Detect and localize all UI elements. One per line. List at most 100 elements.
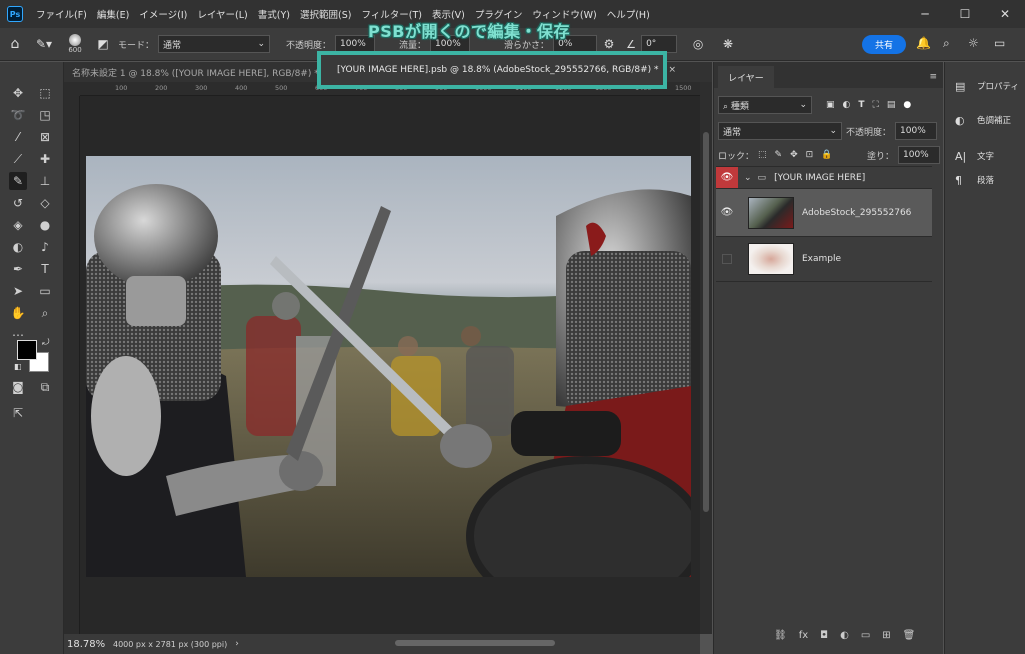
history-brush-tool-icon[interactable]: ↺ <box>9 194 27 212</box>
horizontal-scrollbar[interactable] <box>290 634 700 654</box>
pressure-icon[interactable]: ◎ <box>683 37 713 51</box>
close-icon[interactable]: ✕ <box>985 0 1025 28</box>
menu-help[interactable]: ヘルプ(H) <box>602 7 655 21</box>
quick-mask-icon[interactable]: ◙ <box>9 378 27 396</box>
workspace-icon[interactable]: ▭ <box>994 36 1005 50</box>
new-group-icon[interactable]: ▭ <box>861 630 870 641</box>
pen-tool-icon[interactable]: ✒ <box>9 260 27 278</box>
layer-row-adobestock[interactable]: 👁 AdobeStock_295552766 <box>716 188 932 236</box>
visibility-toggle-empty[interactable] <box>716 237 738 281</box>
screen-mode-icon[interactable]: ⧉ <box>36 378 54 396</box>
menu-image[interactable]: イメージ(I) <box>134 7 192 21</box>
filter-type-icon[interactable]: T <box>858 100 864 110</box>
brush-preset-picker[interactable]: 600 <box>58 34 92 54</box>
object-select-tool-icon[interactable]: ◳ <box>36 106 54 124</box>
vertical-ruler[interactable] <box>64 96 80 634</box>
paint-bucket-tool-icon[interactable]: ◈ <box>9 216 27 234</box>
link-layers-icon[interactable]: ⛓ <box>774 630 787 641</box>
trash-icon[interactable]: 🗑 <box>903 630 916 641</box>
move-tool-icon[interactable]: ✥ <box>9 84 27 102</box>
brush-tool-icon[interactable]: ✎▾ <box>30 37 58 51</box>
fx-icon[interactable]: fx <box>799 630 808 641</box>
swap-colors-icon[interactable]: ⤾ <box>42 338 50 348</box>
tab-layers[interactable]: レイヤー <box>718 66 774 88</box>
dock-adjustments[interactable]: ◐ 色調補正 <box>945 108 1025 132</box>
filter-shape-icon[interactable]: ⛶ <box>873 100 879 110</box>
eraser-tool-icon[interactable]: ◇ <box>36 194 54 212</box>
chevron-down-icon[interactable]: ⌄ <box>744 173 752 183</box>
eyedropper-tool-icon[interactable]: ⟋ <box>9 150 27 168</box>
type-tool-icon[interactable]: T <box>36 260 54 278</box>
fill-input[interactable]: 100% <box>898 146 940 164</box>
maximize-icon[interactable]: ☐ <box>945 0 985 28</box>
blend-mode-select[interactable]: 通常 ⌄ <box>718 122 842 140</box>
dodge-tool-icon[interactable]: ◐ <box>9 238 27 256</box>
lock-paint-icon[interactable]: ✎ <box>775 150 783 160</box>
scrollbar-thumb[interactable] <box>395 640 555 646</box>
search-icon[interactable]: ⌕ <box>943 36 950 51</box>
foreground-color-swatch[interactable] <box>17 340 37 360</box>
menu-type[interactable]: 書式(Y) <box>253 7 295 21</box>
export-icon[interactable]: ⇱ <box>9 404 27 422</box>
layer-name[interactable]: AdobeStock_295552766 <box>802 208 911 218</box>
share-button[interactable]: 共有 <box>862 35 906 54</box>
vertical-scrollbar[interactable] <box>700 82 712 634</box>
mode-select[interactable]: 通常 ⌄ <box>158 35 271 53</box>
layer-row-example[interactable]: Example <box>716 236 932 282</box>
brush-tool-icon[interactable]: ✎ <box>9 172 27 190</box>
default-colors-icon[interactable]: ◧ <box>14 362 22 371</box>
lock-position-icon[interactable]: ✥ <box>790 150 798 160</box>
lock-transparent-icon[interactable]: ⬚ <box>758 150 767 160</box>
magic-wand-tool-icon[interactable]: ⁄ <box>9 128 27 146</box>
discover-icon[interactable]: ☼ <box>968 36 979 50</box>
menu-edit[interactable]: 編集(E) <box>92 7 134 21</box>
scrollbar-thumb[interactable] <box>703 132 709 512</box>
filter-adjustment-icon[interactable]: ◐ <box>843 100 851 110</box>
add-mask-icon[interactable]: ◘ <box>820 630 828 641</box>
gear-icon[interactable]: ⚙ <box>597 37 621 51</box>
visibility-eye-icon[interactable]: 👁 <box>716 189 738 236</box>
lock-all-icon[interactable]: 🔒 <box>821 150 832 160</box>
minimize-icon[interactable]: ─ <box>905 0 945 28</box>
hand-tool-icon[interactable]: ✋ <box>9 304 27 322</box>
adjustment-layer-icon[interactable]: ◐ <box>840 630 849 641</box>
stamp-tool-icon[interactable]: ⊥ <box>36 172 54 190</box>
layer-name[interactable]: Example <box>802 254 841 264</box>
layer-opacity-input[interactable]: 100% <box>895 122 938 140</box>
menu-layer[interactable]: レイヤー(L) <box>192 7 252 21</box>
marquee-tool-icon[interactable]: ⬚ <box>36 84 54 102</box>
zoom-tool-icon[interactable]: ⌕ <box>36 304 54 322</box>
chevron-right-icon[interactable]: › <box>235 639 239 649</box>
visibility-eye-icon[interactable]: 👁 <box>716 166 738 189</box>
close-icon[interactable]: × <box>669 65 677 75</box>
tab-untitled-1[interactable]: 名称未設定 1 @ 18.8% ([YOUR IMAGE HERE], RGB/… <box>64 62 342 82</box>
dock-properties[interactable]: ▤ プロパティ <box>945 74 1025 98</box>
menu-select[interactable]: 選択範囲(S) <box>295 7 356 21</box>
dock-paragraph[interactable]: ¶ 段落 <box>945 168 1025 192</box>
healing-tool-icon[interactable]: ✚ <box>36 150 54 168</box>
new-layer-icon[interactable]: ⊞ <box>882 630 890 641</box>
filter-pixel-icon[interactable]: ▣ <box>826 100 835 110</box>
panel-menu-icon[interactable]: ≡ <box>929 72 937 82</box>
document-info[interactable]: 4000 px x 2781 px (300 ppi) <box>113 640 227 649</box>
menu-file[interactable]: ファイル(F) <box>31 7 92 21</box>
layer-kind-filter[interactable]: ⌕ 種類 ⌄ <box>718 96 812 114</box>
bell-icon[interactable]: 🔔 <box>916 36 931 50</box>
zoom-level[interactable]: 18.78% <box>67 639 113 650</box>
symmetry-icon[interactable]: ❋ <box>713 37 743 51</box>
crop-tool-icon[interactable]: ⊠ <box>36 128 54 146</box>
layer-row-group[interactable]: 👁 ⌄ ▭ [YOUR IMAGE HERE] <box>716 166 932 189</box>
blur-tool-icon[interactable]: ● <box>36 216 54 234</box>
filter-toggle-icon[interactable]: ● <box>903 100 911 110</box>
dock-character[interactable]: A| 文字 <box>945 144 1025 168</box>
path-select-tool-icon[interactable]: ➤ <box>9 282 27 300</box>
brush-settings-icon[interactable]: ◩ <box>92 37 114 51</box>
highlighted-psb-tab[interactable]: [YOUR IMAGE HERE].psb @ 18.8% (AdobeStoc… <box>317 51 676 89</box>
lock-artboard-icon[interactable]: ⊡ <box>806 150 814 160</box>
home-icon[interactable]: ⌂ <box>0 36 30 52</box>
layer-name[interactable]: [YOUR IMAGE HERE] <box>774 173 865 183</box>
shape-tool-icon[interactable]: ▭ <box>36 282 54 300</box>
lasso-tool-icon[interactable]: ➰ <box>9 106 27 124</box>
filter-smart-object-icon[interactable]: ▤ <box>887 100 896 110</box>
burn-tool-icon[interactable]: ♪ <box>36 238 54 256</box>
